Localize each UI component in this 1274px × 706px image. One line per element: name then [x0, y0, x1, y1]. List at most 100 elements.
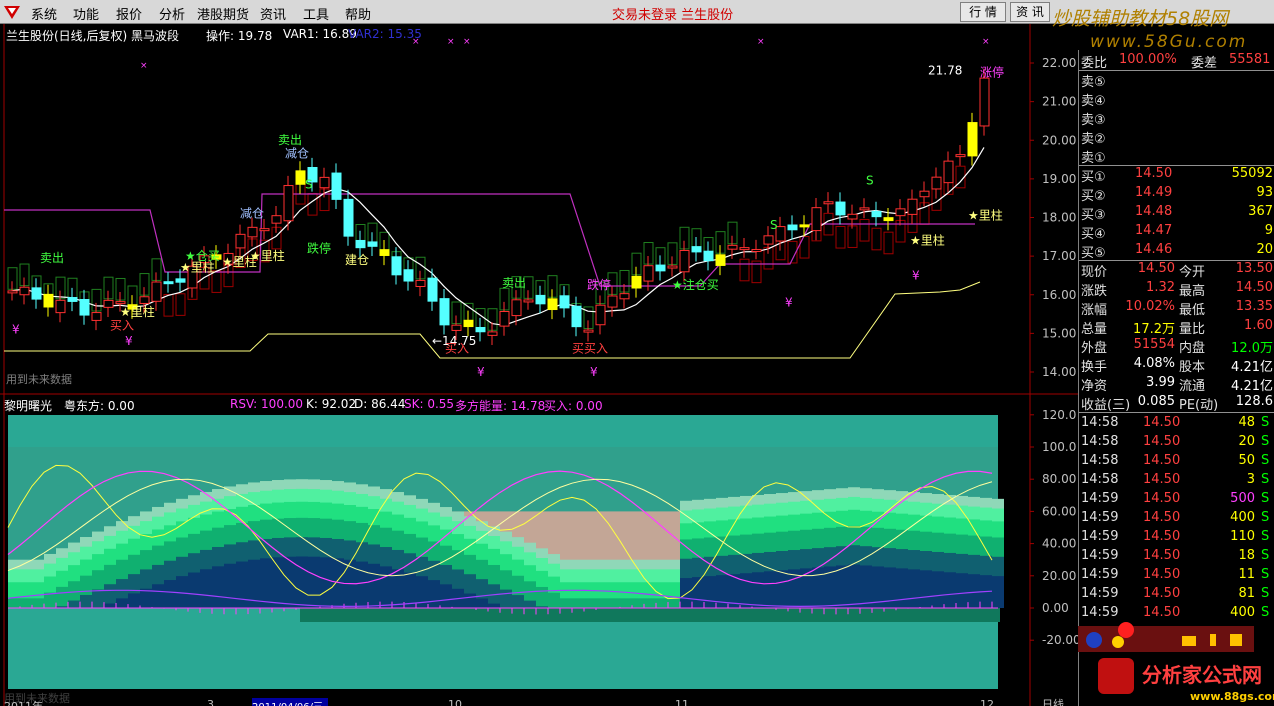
energy-bar: [764, 571, 776, 608]
tick-side: S: [1261, 491, 1270, 506]
candle-body: [475, 327, 486, 333]
rose-icon: [1118, 622, 1134, 638]
toolbar-strip: [1078, 626, 1254, 652]
chart-annotation: 买入: [110, 319, 134, 333]
menu-help[interactable]: 帮助: [345, 4, 371, 23]
kline-chart[interactable]: 22.00 21.00 20.00 19.00 18.00 17.00 16.00 15.00…: [0, 24, 1078, 706]
energy-bar: [992, 576, 1004, 608]
energy-bar: [860, 565, 872, 608]
energy-bar: [188, 572, 200, 608]
energy-bar: [896, 568, 908, 608]
menu-quote[interactable]: 报价: [116, 4, 142, 23]
tick-volume: 500: [1230, 491, 1255, 506]
candle-body: [31, 287, 42, 300]
tick-volume: 11: [1238, 567, 1255, 582]
candle-body: [331, 172, 342, 200]
tick-row: 14:59 14.50 110 S: [1079, 529, 1274, 547]
indicator-buy: 买入: 0.00: [544, 399, 603, 413]
candle-body: [499, 311, 510, 327]
stat-row: 总量 17.2万 量比 1.60: [1079, 318, 1274, 337]
candle-body: [943, 160, 954, 184]
energy-bar: [92, 589, 104, 608]
tick-volume: 18: [1238, 548, 1255, 563]
candle-body: [703, 250, 714, 262]
energy-bar: [8, 598, 20, 608]
y-tick-label: 19.00: [1042, 172, 1076, 186]
energy-bar: [512, 595, 524, 608]
tick-row: 14:59 14.50 18 S: [1079, 548, 1274, 566]
tick-row: 14:58 14.50 48 S: [1079, 415, 1274, 433]
candle-body: [415, 279, 426, 287]
sell-label: 卖②: [1081, 132, 1106, 147]
energy-bar: [488, 603, 500, 608]
chart-annotation: ★里柱: [910, 233, 945, 248]
candle-body: [163, 281, 174, 285]
candle-body: [571, 305, 582, 328]
tick-side: S: [1261, 510, 1270, 525]
candle-body: [115, 301, 126, 305]
stat-value-2: 13.35: [1235, 299, 1273, 314]
y-tick-label: 18.00: [1042, 211, 1076, 225]
menu-hk-futures[interactable]: 港股期货: [197, 4, 249, 23]
sell-label: 卖④: [1081, 94, 1106, 109]
buy-price: 14.47: [1135, 223, 1173, 238]
candle-body: [67, 297, 78, 302]
tick-volume: 48: [1238, 415, 1255, 430]
stock-title: 兰生股份(日线,后复权) 黑马波段: [6, 29, 179, 43]
menu-news[interactable]: 资讯: [260, 4, 286, 23]
weibi-value: 100.00%: [1119, 52, 1177, 67]
chart-canvas[interactable]: 22.00 21.00 20.00 19.00 18.00 17.00 16.00 15.00…: [0, 24, 1078, 706]
stat-value-2: 14.50: [1235, 280, 1273, 295]
tick-price: 14.50: [1143, 491, 1181, 506]
band-box: [859, 218, 870, 242]
candle-body: [151, 281, 162, 302]
energy-bar: [152, 584, 164, 608]
tick-side: S: [1261, 586, 1270, 601]
y-tick-label: 60.00: [1042, 504, 1076, 518]
energy-bar: [380, 566, 392, 608]
chart-annotation: 买入: [445, 342, 469, 356]
sell-label: 卖①: [1081, 151, 1106, 166]
stat-value-2: 13.50: [1235, 261, 1273, 276]
candle-body: [607, 295, 618, 308]
period-label: 日线: [1042, 698, 1064, 706]
candle-body: [979, 77, 990, 127]
buy-level-row: 买② 14.49 93: [1079, 185, 1274, 204]
menu-function[interactable]: 功能: [73, 4, 99, 23]
candle-body: [859, 207, 870, 211]
energy-bar: [968, 574, 980, 608]
energy-bar: [32, 598, 44, 608]
y-tick-label: 14.00: [1042, 365, 1076, 379]
tick-price: 14.50: [1143, 605, 1181, 620]
candle-body: [787, 224, 798, 231]
stat-value-1: 14.50: [1137, 261, 1175, 276]
tick-time: 14:58: [1081, 434, 1119, 449]
tick-row: 14:58 14.50 20 S: [1079, 434, 1274, 452]
sell-level-row: 卖②: [1079, 128, 1274, 147]
tick-volume: 81: [1238, 586, 1255, 601]
band-box: [799, 235, 810, 259]
news-button[interactable]: 资 讯: [1010, 2, 1050, 22]
indicator-rsv: RSV: 100.00: [230, 397, 304, 411]
tick-time: 14:58: [1081, 415, 1119, 430]
chart-annotation: 跌停: [307, 240, 331, 255]
energy-bar: [284, 556, 296, 608]
energy-bar: [428, 580, 440, 608]
candle-body: [343, 198, 354, 237]
stat-value-1: 10.02%: [1125, 299, 1175, 314]
signal-marker: ×: [982, 37, 990, 47]
band-box: [883, 231, 894, 255]
candle-body: [811, 207, 822, 232]
stat-label-2: 股本: [1179, 360, 1206, 375]
quote-button[interactable]: 行 情: [960, 2, 1006, 22]
energy-bar: [836, 565, 848, 608]
menu-system[interactable]: 系统: [31, 4, 57, 23]
indicator-dfnl: 多方能量: 14.78: [455, 399, 546, 413]
stat-label-1: 涨幅: [1081, 303, 1108, 318]
ime-icon: [1112, 636, 1124, 648]
chart-annotation: 买买入: [572, 342, 608, 356]
stat-label-1: 现价: [1081, 265, 1108, 280]
menu-tools[interactable]: 工具: [303, 4, 329, 23]
menu-analysis[interactable]: 分析: [159, 4, 185, 23]
chart-annotation: ★里柱: [120, 304, 155, 319]
